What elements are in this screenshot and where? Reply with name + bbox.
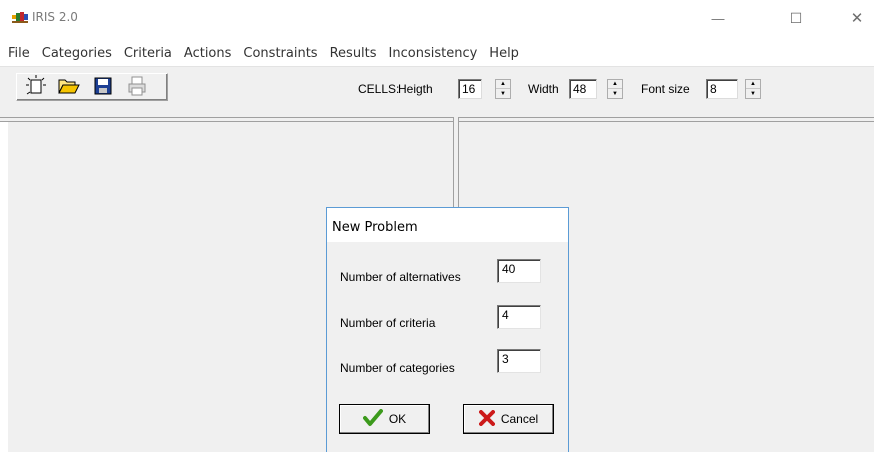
iris-app-icon — [12, 11, 28, 25]
open-button[interactable] — [57, 75, 81, 99]
font-size-spin-up-icon[interactable]: ▲ — [746, 80, 760, 89]
title-bar: IRIS 2.0 — ☐ ✕ — [0, 0, 874, 38]
height-input[interactable]: 16 — [458, 79, 482, 99]
width-spinner[interactable]: ▲ ▼ — [607, 79, 623, 99]
save-button[interactable] — [91, 75, 115, 99]
alternatives-input[interactable]: 40 — [497, 259, 541, 283]
minimize-icon: — — [711, 10, 725, 26]
menu-inconsistency[interactable]: Inconsistency — [383, 44, 484, 66]
toolbar: CELLS: Heigth 16 ▲ ▼ Width 48 ▲ ▼ Font s… — [0, 66, 874, 118]
minimize-button[interactable]: — — [695, 0, 741, 36]
print-button[interactable] — [125, 75, 149, 99]
save-icon — [94, 77, 112, 98]
font-size-spin-down-icon[interactable]: ▼ — [746, 89, 760, 98]
menu-file[interactable]: File — [0, 44, 36, 66]
menu-constraints[interactable]: Constraints — [237, 44, 323, 66]
new-button[interactable] — [24, 74, 48, 100]
dialog-title: New Problem — [327, 208, 568, 242]
height-spin-down-icon[interactable]: ▼ — [496, 89, 510, 98]
font-size-spinner[interactable]: ▲ ▼ — [745, 79, 761, 99]
close-button[interactable]: ✕ — [834, 0, 874, 36]
height-spin-up-icon[interactable]: ▲ — [496, 80, 510, 89]
categories-input[interactable]: 3 — [497, 349, 541, 373]
open-folder-icon — [58, 76, 80, 99]
ok-button[interactable]: OK — [339, 404, 430, 434]
categories-label: Number of categories — [340, 361, 455, 375]
cancel-button[interactable]: Cancel — [463, 404, 554, 434]
ok-focus-rect — [343, 408, 426, 430]
new-problem-dialog: New Problem Number of alternatives 40 Nu… — [326, 207, 569, 452]
width-label: Width — [528, 82, 559, 96]
menu-actions[interactable]: Actions — [178, 44, 238, 66]
height-spinner[interactable]: ▲ ▼ — [495, 79, 511, 99]
criteria-label: Number of criteria — [340, 316, 436, 330]
window-title: IRIS 2.0 — [32, 10, 78, 24]
font-size-label: Font size — [641, 82, 690, 96]
menu-criteria[interactable]: Criteria — [118, 44, 178, 66]
menu-help[interactable]: Help — [483, 44, 525, 66]
width-input[interactable]: 48 — [569, 79, 597, 99]
font-size-input[interactable]: 8 — [706, 79, 738, 99]
maximize-icon: ☐ — [789, 9, 803, 26]
alternatives-label: Number of alternatives — [340, 270, 461, 284]
cancel-label: Cancel — [500, 412, 539, 426]
height-label: Heigth — [398, 82, 433, 96]
criteria-input[interactable]: 4 — [497, 305, 541, 329]
menu-results[interactable]: Results — [324, 44, 383, 66]
cells-label: CELLS: — [358, 82, 400, 96]
print-icon — [127, 76, 147, 99]
maximize-button[interactable]: ☐ — [773, 0, 819, 36]
close-icon: ✕ — [850, 10, 864, 27]
menu-bar: File Categories Criteria Actions Constra… — [0, 44, 874, 66]
new-icon — [25, 74, 47, 100]
cancel-x-icon — [478, 409, 495, 429]
menu-categories[interactable]: Categories — [36, 44, 118, 66]
vertical-splitter[interactable] — [453, 117, 459, 207]
width-spin-up-icon[interactable]: ▲ — [608, 80, 622, 89]
width-spin-down-icon[interactable]: ▼ — [608, 89, 622, 98]
